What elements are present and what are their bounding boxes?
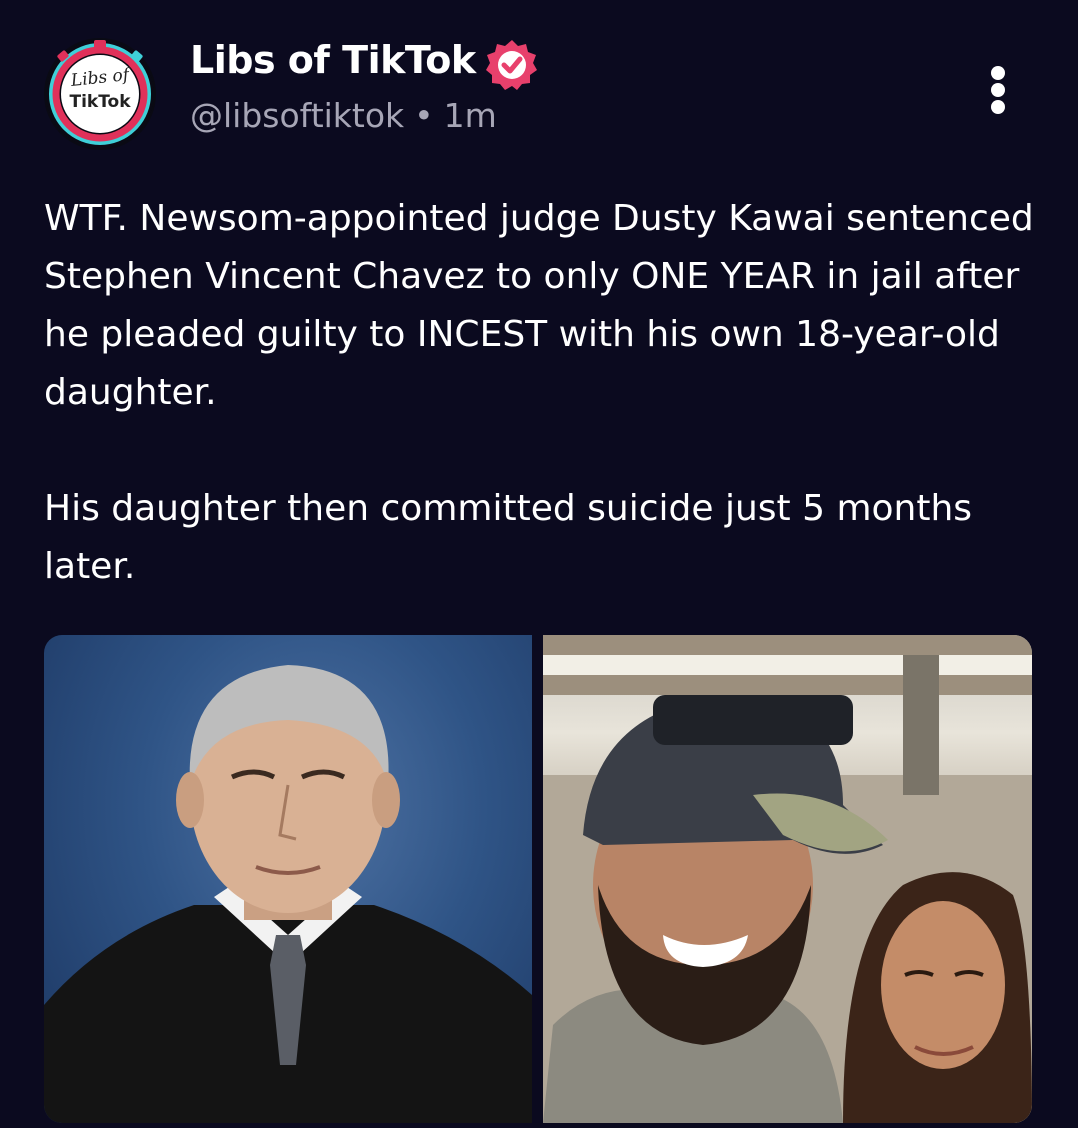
post-body: WTF. Newsom-appointed judge Dusty Kawai … <box>44 190 1044 654</box>
selfie-illustration <box>543 635 1032 1123</box>
avatar-text-line2: TikTok <box>69 92 131 112</box>
media-image-selfie[interactable] <box>543 635 1032 1123</box>
post-header: Libs of TikTok Libs of TikTok @libsoftik… <box>0 0 1078 160</box>
post-media-grid <box>44 635 1032 1123</box>
more-dot <box>991 100 1005 114</box>
more-options-button[interactable] <box>982 62 1016 118</box>
meta-separator: • <box>414 96 434 135</box>
portrait-illustration <box>44 665 532 1123</box>
author-handle[interactable]: @libsoftiktok <box>190 96 404 135</box>
post-timestamp: 1m <box>443 96 497 135</box>
more-dot <box>991 66 1005 80</box>
media-image-judge-portrait[interactable] <box>44 635 532 1123</box>
author-display-name[interactable]: Libs of TikTok <box>190 38 476 82</box>
more-dot <box>991 83 1005 97</box>
verified-badge-icon <box>484 37 540 93</box>
post-paragraph: His daughter then committed suicide just… <box>44 488 973 587</box>
author-avatar[interactable]: Libs of TikTok <box>44 38 156 150</box>
author-meta: @libsoftiktok • 1m <box>190 96 497 135</box>
post-paragraph: WTF. Newsom-appointed judge Dusty Kawai … <box>44 198 1034 413</box>
